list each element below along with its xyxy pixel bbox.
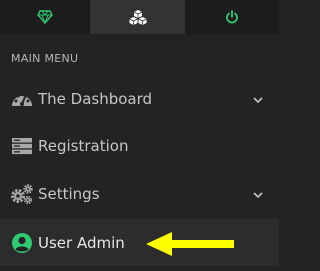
tab-power[interactable] xyxy=(185,0,279,34)
arrow-left-icon xyxy=(146,232,234,256)
diamond-icon xyxy=(37,10,53,24)
cubes-icon xyxy=(128,10,147,25)
sidebar-item-label: Registration xyxy=(38,137,129,155)
tab-cubes[interactable] xyxy=(90,0,185,34)
power-icon xyxy=(226,10,238,24)
chevron-down-icon xyxy=(253,90,263,108)
sidebar-item-dashboard[interactable]: The Dashboard xyxy=(0,75,279,123)
sidebar-item-label: User Admin xyxy=(38,233,125,252)
top-tab-bar xyxy=(0,0,279,34)
sidebar-item-label: Settings xyxy=(38,185,100,203)
server-icon xyxy=(10,134,34,158)
chevron-down-icon xyxy=(253,185,263,203)
sidebar-item-user-admin[interactable]: User Admin xyxy=(0,219,279,266)
sidebar-item-label: The Dashboard xyxy=(38,90,153,108)
dashboard-icon xyxy=(10,87,34,111)
tab-diamond[interactable] xyxy=(0,0,90,34)
cogs-icon xyxy=(10,182,34,206)
sidebar-item-registration[interactable]: Registration xyxy=(0,122,279,170)
user-circle-icon xyxy=(10,231,34,255)
sidebar-item-settings[interactable]: Settings xyxy=(0,170,279,218)
section-label-main-menu: MAIN MENU xyxy=(11,52,79,65)
